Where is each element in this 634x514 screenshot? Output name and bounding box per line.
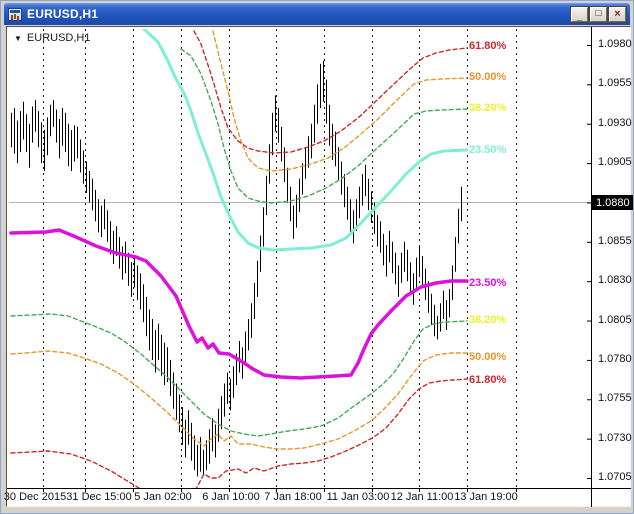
title-bar[interactable]: EURUSD,H1 _ □ ×	[4, 3, 630, 25]
fibo-level-label: 23.50%	[469, 277, 506, 289]
price-axis-label: 1.0730	[598, 432, 632, 444]
maximize-icon: □	[595, 9, 601, 19]
symbol-label: ▼ EURUSD,H1	[14, 32, 91, 44]
fibo-level-label: 61.80%	[469, 374, 506, 386]
fibo-level-label: 61.80%	[469, 40, 506, 52]
chart-icon	[8, 8, 22, 21]
time-axis-label: 12 Jan 11:00	[391, 491, 454, 503]
price-axis-label: 1.0830	[598, 274, 632, 286]
minimize-icon: _	[577, 12, 583, 22]
window-controls: _ □ ×	[571, 7, 626, 22]
chart-window: EURUSD,H1 _ □ × ▼ EURUSD,H1 1.0980 1.0955…	[0, 0, 634, 514]
fibo-level-label: 38.20%	[469, 102, 506, 114]
price-axis-label: 1.0805	[598, 314, 632, 326]
price-axis-label: 1.0980	[598, 38, 632, 50]
price-axis-label: 1.0930	[598, 117, 632, 129]
price-axis-label: 1.0705	[598, 471, 632, 483]
bid-price-box: 1.0880	[592, 195, 634, 210]
time-axis-label: 6 Jan 10:00	[202, 491, 260, 503]
close-button[interactable]: ×	[609, 7, 626, 22]
maximize-button[interactable]: □	[590, 7, 607, 22]
price-axis-label: 1.0905	[598, 156, 632, 168]
time-axis-label: 13 Jan 19:00	[454, 491, 518, 503]
time-axis-label: 7 Jan 18:00	[264, 491, 322, 503]
price-axis-label: 1.0755	[598, 392, 632, 404]
fibo-level-label: 38.20%	[469, 314, 506, 326]
price-axis-label: 1.0855	[598, 235, 632, 247]
chart-plot[interactable]	[9, 29, 591, 488]
time-axis-label: 11 Jan 03:00	[327, 491, 390, 503]
time-axis-label: 31 Dec 15:00	[66, 491, 131, 503]
fibo-level-label: 50.00%	[469, 351, 506, 363]
close-icon: ×	[614, 9, 620, 20]
price-axis-label: 1.0780	[598, 353, 632, 365]
chevron-down-icon[interactable]: ▼	[14, 34, 22, 43]
fibo-level-label: 23.50%	[469, 144, 506, 156]
price-axis-label: 1.0955	[598, 77, 632, 89]
symbol-text: EURUSD,H1	[27, 32, 91, 44]
window-title: EURUSD,H1	[27, 7, 98, 21]
time-axis-label: 5 Jan 02:00	[134, 491, 192, 503]
fibo-level-label: 50.00%	[469, 71, 506, 83]
bid-price-value: 1.0880	[596, 197, 630, 209]
time-axis-label: 30 Dec 2015	[4, 491, 66, 503]
minimize-button[interactable]: _	[571, 7, 588, 22]
